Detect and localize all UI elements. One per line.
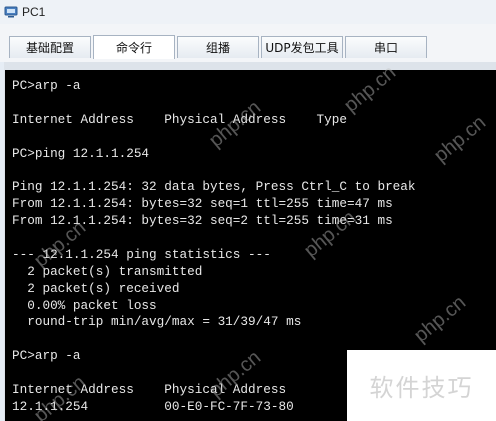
terminal-line: --- 12.1.1.254 ping statistics --- — [12, 246, 271, 262]
terminal-line: Ping 12.1.1.254: 32 data bytes, Press Ct… — [12, 179, 416, 195]
terminal-line: 2 packet(s) transmitted — [12, 263, 203, 279]
tab-basic-config[interactable]: 基础配置 — [9, 36, 91, 58]
terminal-line: PC>arp -a — [12, 78, 81, 93]
terminal-line: Internet Address Physical Address Type — [12, 111, 348, 127]
tab-strip: 基础配置 命令行 组播 UDP发包工具 串口 — [0, 24, 496, 62]
terminal-line: From 12.1.1.254: bytes=32 seq=1 ttl=255 … — [12, 196, 393, 212]
title-bar: PC1 — [0, 0, 496, 24]
tab-multicast[interactable]: 组播 — [177, 36, 259, 58]
terminal-line: PC>ping 12.1.1.254 — [12, 145, 150, 161]
tab-udp-tool[interactable]: UDP发包工具 — [261, 36, 343, 58]
tab-command-line[interactable]: 命令行 — [93, 35, 175, 59]
terminal-line: From 12.1.1.254: bytes=32 seq=2 ttl=255 … — [12, 213, 393, 229]
pc-icon — [4, 6, 18, 18]
terminal-line: 2 packet(s) received — [12, 280, 180, 296]
tab-serial-port[interactable]: 串口 — [345, 36, 427, 58]
watermark-badge: 软件技巧 — [347, 350, 496, 421]
terminal-line: 0.00% packet loss — [12, 297, 157, 313]
pc1-window: PC1 基础配置 命令行 组播 UDP发包工具 串口 PC>arp -a Inte… — [0, 0, 496, 421]
watermark-badge-text: 软件技巧 — [369, 374, 474, 402]
window-title: PC1 — [22, 5, 46, 19]
terminal-line: round-trip min/avg/max = 31/39/47 ms — [12, 314, 302, 330]
